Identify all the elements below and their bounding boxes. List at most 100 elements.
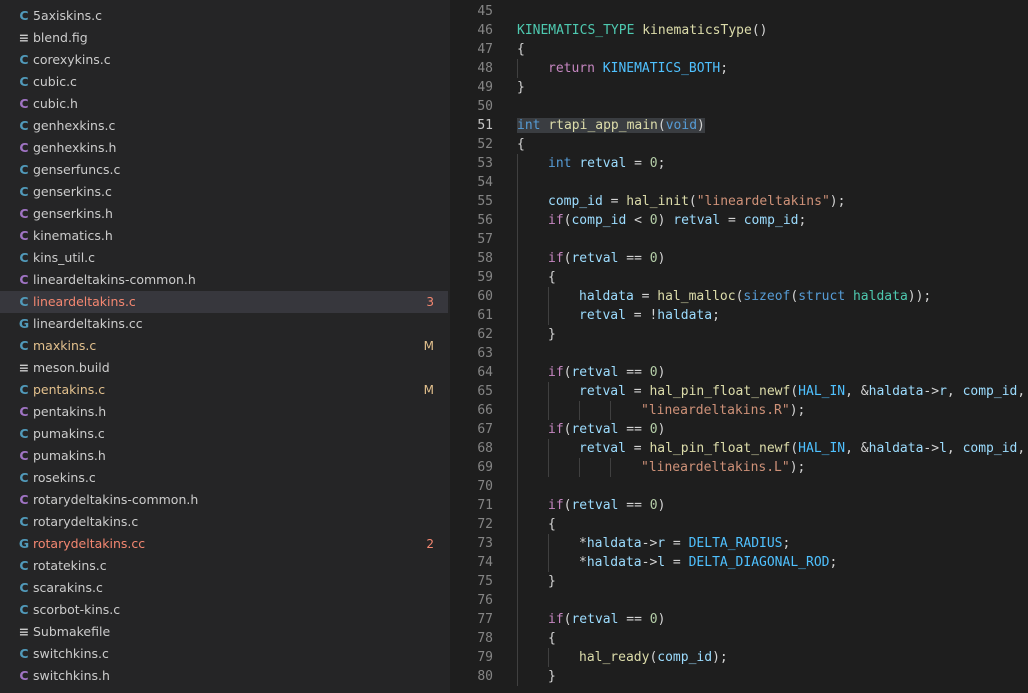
code-line[interactable]: 80}: [450, 667, 1028, 686]
file-item[interactable]: Cgenhexkins.h: [0, 137, 448, 159]
code-token: return: [548, 61, 595, 76]
code-token: HAL_IN: [798, 384, 846, 399]
code-token: {: [517, 137, 525, 152]
file-name: rotarydeltakins.cc: [33, 536, 146, 551]
code-line[interactable]: 45: [450, 2, 1028, 21]
file-name: lineardeltakins-common.h: [33, 272, 196, 287]
code-token: {: [548, 517, 556, 532]
file-item[interactable]: Ccorexykins.c: [0, 49, 448, 71]
code-token: ;: [829, 555, 838, 570]
code-token: l: [657, 555, 666, 570]
code-token: ): [657, 612, 666, 627]
code-line[interactable]: 68 retval = hal_pin_float_newf(HAL_IN, &h…: [450, 439, 1028, 458]
code-text: if(retval == 0): [548, 610, 665, 629]
code-token: ->: [641, 555, 658, 570]
code-line[interactable]: 61 retval = !haldata;: [450, 306, 1028, 325]
code-line[interactable]: 70: [450, 477, 1028, 496]
file-item[interactable]: Cscarakins.c: [0, 577, 448, 599]
indent-guide: [548, 306, 549, 325]
file-item[interactable]: Cgenhexkins.c: [0, 115, 448, 137]
file-item[interactable]: Cgenserfuncs.c: [0, 159, 448, 181]
file-item[interactable]: Cpentakins.h: [0, 401, 448, 423]
code-text: hal_ready(comp_id);: [579, 648, 728, 667]
file-item[interactable]: Cgenserkins.c: [0, 181, 448, 203]
file-item[interactable]: Ccubic.c: [0, 71, 448, 93]
file-item[interactable]: Crotarydeltakins.c: [0, 511, 448, 533]
code-line[interactable]: 48 return KINEMATICS_BOTH;: [450, 59, 1028, 78]
code-editor[interactable]: 45 46 KINEMATICS_TYPE kinematicsType() 47{ 4…: [450, 0, 1028, 693]
code-line[interactable]: 69 "lineardeltakins.L");: [450, 458, 1028, 477]
file-item[interactable]: Cswitchkins.h: [0, 665, 448, 687]
code-token: ;: [798, 213, 807, 228]
code-token: if: [548, 422, 564, 437]
code-line[interactable]: 74 *haldata->l = DELTA_DIAGONAL_ROD;: [450, 553, 1028, 572]
code-token: void: [665, 118, 698, 133]
code-line[interactable]: 54: [450, 173, 1028, 192]
file-item[interactable]: Cmaxkins.c M: [0, 335, 448, 357]
file-item[interactable]: ≡ meson.build: [0, 357, 448, 379]
code-token: ): [657, 498, 666, 513]
line-number: 77: [477, 612, 493, 627]
file-item[interactable]: Ckinematics.h: [0, 225, 448, 247]
code-text: int retval = 0;: [548, 154, 665, 173]
code-line[interactable]: 78 {: [450, 629, 1028, 648]
h-file-icon: C: [19, 492, 29, 507]
file-item[interactable]: Cpumakins.c: [0, 423, 448, 445]
indent-guide: [517, 629, 518, 648]
file-item[interactable]: Crotatekins.c: [0, 555, 448, 577]
file-item[interactable]: ≡ blend.fig: [0, 27, 448, 49]
code-line[interactable]: 57: [450, 230, 1028, 249]
code-token: haldata: [868, 384, 924, 399]
line-number: 50: [477, 99, 493, 114]
code-line[interactable]: 51 int rtapi_app_main(void): [450, 116, 1028, 135]
code-token: ): [657, 365, 666, 380]
code-line[interactable]: 47 {: [450, 40, 1028, 59]
code-text: }: [517, 78, 525, 97]
file-name: corexykins.c: [33, 52, 111, 67]
code-line[interactable]: 46 KINEMATICS_TYPE kinematicsType(): [450, 21, 1028, 40]
code-line[interactable]: 64 if(retval == 0): [450, 363, 1028, 382]
file-item[interactable]: Ccubic.h: [0, 93, 448, 115]
code-line[interactable]: 65 retval = hal_pin_float_newf(HAL_IN, &h…: [450, 382, 1028, 401]
code-line[interactable]: 67 if(retval == 0): [450, 420, 1028, 439]
code-line[interactable]: 52 {: [450, 135, 1028, 154]
code-token: haldata: [586, 555, 642, 570]
file-item[interactable]: Cpumakins.h: [0, 445, 448, 467]
file-item[interactable]: Clineardeltakins-common.h: [0, 269, 448, 291]
file-item[interactable]: C 5axiskins.c: [0, 5, 448, 27]
code-token: );: [712, 650, 728, 665]
file-item[interactable]: Crotarydeltakins-common.h: [0, 489, 448, 511]
code-line[interactable]: 55 comp_id = hal_init("lineardeltakins");: [450, 192, 1028, 211]
file-name: cubic.h: [33, 96, 78, 111]
code-line[interactable]: 72 {: [450, 515, 1028, 534]
code-line[interactable]: 60 haldata = hal_malloc(sizeof(struct hal…: [450, 287, 1028, 306]
code-line[interactable]: 58 if(retval == 0): [450, 249, 1028, 268]
code-line[interactable]: 75}: [450, 572, 1028, 591]
code-line[interactable]: 56 if(comp_id < 0) retval = comp_id;: [450, 211, 1028, 230]
file-item[interactable]: Cgenserkins.h: [0, 203, 448, 225]
code-token: ): [657, 251, 666, 266]
code-token: r: [657, 536, 666, 551]
code-line[interactable]: 59 {: [450, 268, 1028, 287]
code-line[interactable]: 63: [450, 344, 1028, 363]
file-item[interactable]: Grotarydeltakins.cc 2: [0, 533, 448, 555]
file-item[interactable]: Clineardeltakins.c 3: [0, 291, 448, 313]
code-line[interactable]: 73 *haldata->r = DELTA_RADIUS;: [450, 534, 1028, 553]
line-number: 48: [477, 61, 493, 76]
file-item[interactable]: Ckins_util.c: [0, 247, 448, 269]
file-item[interactable]: Cpentakins.c M: [0, 379, 448, 401]
code-line[interactable]: 62}: [450, 325, 1028, 344]
file-item[interactable]: Cswitchkins.c: [0, 643, 448, 665]
code-line[interactable]: 77 if(retval == 0): [450, 610, 1028, 629]
code-line[interactable]: 71 if(retval == 0): [450, 496, 1028, 515]
code-line[interactable]: 66 "lineardeltakins.R");: [450, 401, 1028, 420]
code-line[interactable]: 50: [450, 97, 1028, 116]
code-line[interactable]: 53 int retval = 0;: [450, 154, 1028, 173]
code-line[interactable]: 76: [450, 591, 1028, 610]
file-item[interactable]: ≡ Submakefile: [0, 621, 448, 643]
file-item[interactable]: Glineardeltakins.cc: [0, 313, 448, 335]
code-line[interactable]: 49}: [450, 78, 1028, 97]
file-item[interactable]: Cscorbot-kins.c: [0, 599, 448, 621]
code-line[interactable]: 79 hal_ready(comp_id);: [450, 648, 1028, 667]
file-item[interactable]: Crosekins.c: [0, 467, 448, 489]
